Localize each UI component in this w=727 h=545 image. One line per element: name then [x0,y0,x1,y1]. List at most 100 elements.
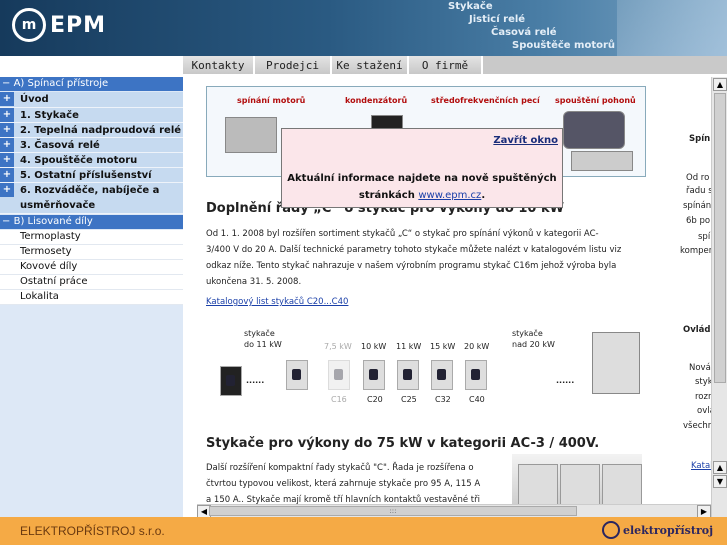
header-link-jistici-rele[interactable]: Jisticí relé [469,14,525,25]
catalog-link[interactable]: Katalogový list stykačů C20...C40 [206,294,348,310]
sidebar-item-stykace[interactable]: + 1. Stykače [0,108,183,123]
paragraph-line: odkaz níže. Tento stykač nahrazuje v naš… [206,261,617,271]
sidebar-item-prislusenstvi[interactable]: + 5. Ostatní příslušenství [0,168,183,183]
tab-o-firme[interactable]: O firmě [409,56,482,74]
model-c40: C40 [469,395,485,404]
article-heading-2: Stykače pro výkony do 75 kW v kategorii … [206,436,600,451]
sidebar-section-label: A) Spínací přístroje [13,78,109,89]
power-11kw: 11 kW [396,342,422,351]
sidebar-item-spoustece[interactable]: + 4. Spouštěče motoru [0,153,183,168]
epm-link[interactable]: www.epm.cz [418,190,481,201]
footer-logo[interactable]: elektropřístroj [602,521,713,539]
model-c32: C32 [435,395,451,404]
expand-icon: + [0,138,14,152]
model-c16: C16 [331,395,347,404]
expand-icon: + [0,92,14,106]
contactor-c32-image [431,360,453,390]
power-20kw: 20 kW [464,342,490,351]
banner-caption-capacitors: kondenzátorů [345,96,408,105]
paragraph-line: Další rozšíření kompaktní řady stykačů "… [206,463,474,473]
tab-prodejci[interactable]: Prodejci [255,56,331,74]
large-contactors-image [512,454,642,506]
vertical-scroll-thumb[interactable] [714,93,726,383]
header-link-spoustece[interactable]: Spouštěče motorů [512,40,615,51]
footer-logo-text: elektropřístroj [623,523,714,537]
sidebar-item-label: 1. Stykače [20,110,79,121]
footer-company-name: ELEKTROPŘÍSTROJ s.r.o. [20,524,165,538]
expand-icon: + [0,123,14,137]
info-popup: Zavřít okno Aktuální informace najdete n… [281,128,563,208]
header-link-casova-rele[interactable]: Časová relé [491,27,557,38]
collapse-icon: − [2,216,11,227]
power-10kw: 10 kW [361,342,387,351]
vertical-scrollbar[interactable]: ▲ ▲ ▼ [711,77,727,517]
scroll-up-icon[interactable]: ▲ [713,78,727,91]
sidebar-section-spinaci[interactable]: − A) Spínací přístroje [0,77,183,91]
sidebar-item-rozvadece[interactable]: + 6. Rozváděče, nabíječe a usměrňovače [0,183,183,214]
header-banner: m EPM Stykače Jisticí relé Časová relé S… [0,0,727,56]
logo-mark: m [12,8,46,42]
sidebar-subitem-kovove-dily[interactable]: Kovové díly [0,260,183,275]
close-popup-link[interactable]: Zavřít okno [493,135,558,146]
sidebar-section-label: B) Lisované díly [13,216,93,227]
scroll-grip-icon: ::: [389,507,397,515]
footer: ELEKTROPŘÍSTROJ s.r.o. elektropřístroj [0,517,727,545]
sidebar: − A) Spínací přístroje + Úvod + 1. Styka… [0,77,183,517]
large-contactor-image [592,332,640,394]
sidebar-item-casova-rele[interactable]: + 3. Časová relé [0,138,183,153]
sidebar-item-uvod[interactable]: + Úvod [0,92,183,108]
contactor-range-diagram: stykače do 11 kW stykače nad 20 kW .....… [206,322,644,411]
sidebar-item-label: 2. Tepelná nadproudová relé [20,125,182,136]
contactor-c20-image [363,360,385,390]
article-paragraph-1: Od 1. 1. 2008 byl rozšířen sortiment sty… [206,226,646,290]
sidebar-item-label: 6. Rozváděče, nabíječe a [20,185,160,196]
paragraph-line: 3/400 V do 20 A. Další technické paramet… [206,245,622,255]
right-col-text: spí [698,232,711,242]
diagram-right-label-2: nad 20 kW [512,340,555,349]
horizontal-scrollbar[interactable]: ◀ ::: ▶ [197,504,711,518]
right-col-text: spínán [683,201,712,211]
power-15kw: 15 kW [430,342,456,351]
contactor-image [286,360,308,390]
elektropristroj-logo-icon [602,521,620,539]
right-col-text: 6b po [686,216,711,226]
power-7-5kw: 7,5 kW [324,342,352,351]
sidebar-item-label: 4. Spouštěče motoru [20,155,138,166]
banner-caption-drives: spouštění pohonů [555,96,636,105]
sidebar-item-label-cont: usměrňovače [20,200,96,211]
header-link-stykace[interactable]: Stykače [448,1,493,12]
popup-message: Aktuální informace najdete na nově spušt… [282,170,562,204]
scroll-down-icon[interactable]: ▼ [713,475,727,488]
diagram-left-label-2: do 11 kW [244,340,282,349]
starter-image [571,151,633,171]
scroll-up-icon[interactable]: ▲ [713,461,727,474]
horizontal-scroll-thumb[interactable]: ::: [209,506,577,516]
article-paragraph-2: Další rozšíření kompaktní řady stykačů "… [206,460,506,508]
sidebar-subitem-termoplasty[interactable]: Termoplasty [0,230,183,245]
right-col-text: Od ro [686,173,710,183]
contactor-c40-image [465,360,487,390]
popup-line-2: stránkách www.epm.cz. [282,187,562,204]
paragraph-line: ukončena 31. 5. 2008. [206,277,302,287]
tab-bar: Kontakty Prodejci Ke stažení O firmě [0,56,727,76]
sidebar-subitem-termosety[interactable]: Termosety [0,245,183,260]
epm-logo[interactable]: m EPM [12,8,106,42]
model-c25: C25 [401,395,417,404]
tab-ke-stazeni[interactable]: Ke stažení [332,56,408,74]
sidebar-subitem-ostatni-prace[interactable]: Ostatní práce [0,275,183,290]
sidebar-section-lisovane[interactable]: − B) Lisované díly [0,215,183,229]
tab-kontakty[interactable]: Kontakty [183,56,254,74]
diagram-dots-left: ...... [246,376,265,385]
popup-line-1: Aktuální informace najdete na nově spušt… [287,173,557,184]
model-c20: C20 [367,395,383,404]
sidebar-item-label: Úvod [20,94,49,105]
right-col-text: řadu s [686,186,713,196]
collapse-icon: − [2,78,11,89]
sidebar-item-tepelna-rele[interactable]: + 2. Tepelná nadproudová relé [0,123,183,138]
sidebar-subitem-lokalita[interactable]: Lokalita [0,290,183,305]
right-col-catalog-link[interactable]: Katal [691,461,713,471]
contactor-c16-image [328,360,350,390]
large-contactor-image [560,464,600,506]
tab-bar-fill [483,56,727,74]
contactor-c25-image [397,360,419,390]
